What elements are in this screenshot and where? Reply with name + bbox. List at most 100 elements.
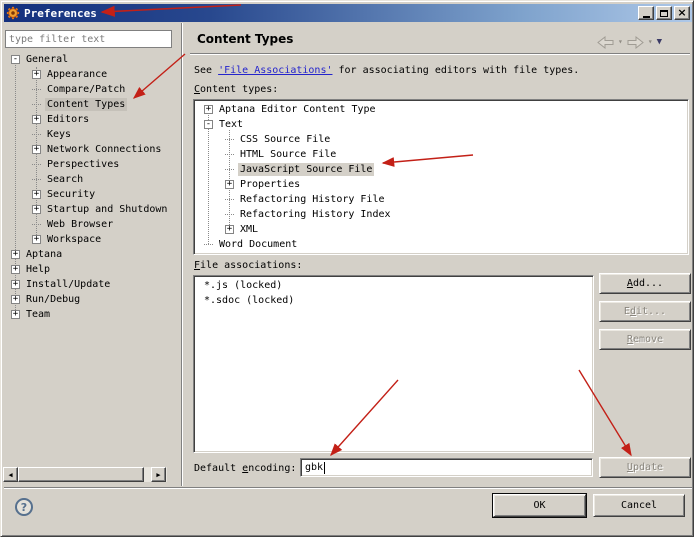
scrollbar-thumb[interactable] (18, 467, 144, 482)
sidebar-tree-item[interactable]: + Workspace (3, 232, 179, 247)
content-type-item[interactable]: - Text (196, 117, 686, 132)
file-associations-link[interactable]: 'File Associations' (218, 65, 332, 76)
sidebar-tree-item[interactable]: + Run/Debug (3, 292, 179, 307)
expand-toggle-icon[interactable] (32, 224, 41, 225)
content-type-item[interactable]: + Aptana Editor Content Type (196, 102, 686, 117)
sidebar-tree-item[interactable]: - General (3, 52, 179, 67)
expand-toggle-icon[interactable]: - (204, 120, 213, 129)
expand-toggle-icon[interactable] (225, 139, 234, 140)
expand-toggle-icon[interactable]: - (11, 55, 20, 64)
expand-toggle-icon[interactable]: + (11, 250, 20, 259)
scroll-left-icon: ◀ (8, 470, 13, 479)
close-icon: × (677, 6, 687, 19)
expand-toggle-icon[interactable]: + (32, 235, 41, 244)
sidebar-tree-item[interactable]: + Network Connections (3, 142, 179, 157)
update-button[interactable]: Update (599, 457, 691, 478)
remove-button[interactable]: Remove (599, 329, 691, 350)
expand-toggle-icon[interactable]: + (32, 190, 41, 199)
scroll-left-button[interactable]: ◀ (3, 467, 18, 482)
help-button[interactable]: ? (15, 498, 33, 516)
sidebar-tree-item[interactable]: + Aptana (3, 247, 179, 262)
expand-toggle-icon[interactable] (32, 89, 41, 90)
filter-input[interactable] (5, 30, 172, 48)
content-types-tree-box[interactable]: + Aptana Editor Content Type - Text CSS … (193, 99, 689, 255)
sidebar-tree-item[interactable]: + Install/Update (3, 277, 179, 292)
file-associations-label: File associations: (194, 260, 303, 271)
content-type-item-label: Refactoring History Index (240, 209, 391, 220)
expand-toggle-icon[interactable]: + (11, 295, 20, 304)
expand-toggle-icon[interactable] (225, 169, 234, 170)
close-button[interactable]: × (674, 6, 690, 20)
file-association-item[interactable]: *.sdoc (locked) (196, 293, 591, 308)
edit-button[interactable]: Edit... (599, 301, 691, 322)
expand-toggle-icon[interactable]: + (225, 225, 234, 234)
expand-toggle-icon[interactable]: + (32, 205, 41, 214)
sidebar-tree-item[interactable]: Perspectives (3, 157, 179, 172)
note-text: for associating editors with file types. (332, 65, 580, 76)
expand-toggle-icon[interactable] (225, 199, 234, 200)
expand-toggle-icon[interactable]: + (11, 265, 20, 274)
minimize-button[interactable] (638, 6, 654, 20)
sidebar-tree-item[interactable]: Keys (3, 127, 179, 142)
content-type-item[interactable]: + XML (196, 222, 686, 237)
expand-toggle-icon[interactable] (32, 104, 41, 105)
sidebar-tree-item[interactable]: + Appearance (3, 67, 179, 82)
file-association-item[interactable]: *.js (locked) (196, 278, 591, 293)
sidebar-tree-item[interactable]: Search (3, 172, 179, 187)
expand-toggle-icon[interactable] (32, 179, 41, 180)
expand-toggle-icon[interactable]: + (204, 105, 213, 114)
expand-toggle-icon[interactable] (204, 244, 213, 245)
sidebar-tree-item-label: Team (26, 309, 51, 320)
sidebar-tree-item[interactable]: + Editors (3, 112, 179, 127)
maximize-button[interactable] (656, 6, 672, 20)
preferences-dialog: Preferences × - General + Appearance Com… (0, 0, 694, 537)
cancel-button[interactable]: Cancel (593, 494, 685, 517)
sidebar-tree-item-label: Editors (47, 114, 90, 125)
expand-toggle-icon[interactable] (32, 164, 41, 165)
sidebar-tree-item[interactable]: Web Browser (3, 217, 179, 232)
back-icon[interactable] (597, 35, 614, 49)
sidebar-tree-item[interactable]: + Team (3, 307, 179, 322)
expand-toggle-icon[interactable]: + (11, 280, 20, 289)
scroll-right-button[interactable]: ▶ (151, 467, 166, 482)
sidebar-tree-item[interactable]: + Security (3, 187, 179, 202)
content-type-item-label: XML (240, 224, 259, 235)
default-encoding-input[interactable]: gbk (300, 458, 593, 477)
preferences-gear-icon (6, 6, 20, 20)
file-associations-list: *.js (locked) *.sdoc (locked) (196, 278, 591, 450)
add-button[interactable]: Add... (599, 273, 691, 294)
content-type-item[interactable]: CSS Source File (196, 132, 686, 147)
sidebar-tree-item-label: Aptana (26, 249, 63, 260)
expand-toggle-icon[interactable] (32, 134, 41, 135)
back-menu-chevron-icon[interactable]: ▾ (618, 38, 623, 46)
expand-toggle-icon[interactable]: + (32, 115, 41, 124)
file-associations-list-box[interactable]: *.js (locked) *.sdoc (locked) (193, 275, 594, 453)
content-type-item[interactable]: Word Document (196, 237, 686, 252)
file-association-label: *.sdoc (locked) (204, 295, 295, 306)
content-type-item[interactable]: + Properties (196, 177, 686, 192)
content-type-item[interactable]: Refactoring History Index (196, 207, 686, 222)
expand-toggle-icon[interactable]: + (32, 70, 41, 79)
sidebar-tree-item[interactable]: Content Types (3, 97, 179, 112)
sidebar-tree-item-label: Help (26, 264, 51, 275)
expand-toggle-icon[interactable] (225, 214, 234, 215)
sidebar-tree-item[interactable]: Compare/Patch (3, 82, 179, 97)
expand-toggle-icon[interactable]: + (32, 145, 41, 154)
view-menu-icon[interactable]: ▼ (657, 37, 662, 47)
expand-toggle-icon[interactable] (225, 154, 234, 155)
expand-toggle-icon[interactable]: + (11, 310, 20, 319)
ok-button[interactable]: OK (492, 493, 587, 518)
content-type-item[interactable]: JavaScript Source File (196, 162, 686, 177)
forward-icon[interactable] (627, 35, 644, 49)
content-type-item-label: CSS Source File (240, 134, 331, 145)
forward-menu-chevron-icon[interactable]: ▾ (648, 38, 653, 46)
sidebar-tree-item[interactable]: + Startup and Shutdown (3, 202, 179, 217)
expand-toggle-icon[interactable]: + (225, 180, 234, 189)
scroll-right-icon: ▶ (156, 470, 161, 479)
content-type-item[interactable]: HTML Source File (196, 147, 686, 162)
sidebar-horizontal-scrollbar[interactable]: ◀ ▶ (3, 467, 167, 482)
sidebar-tree-item[interactable]: + Help (3, 262, 179, 277)
content-type-item[interactable]: Refactoring History File (196, 192, 686, 207)
default-encoding-label: Default encoding: (194, 463, 297, 474)
content-types-tree: + Aptana Editor Content Type - Text CSS … (196, 102, 686, 252)
